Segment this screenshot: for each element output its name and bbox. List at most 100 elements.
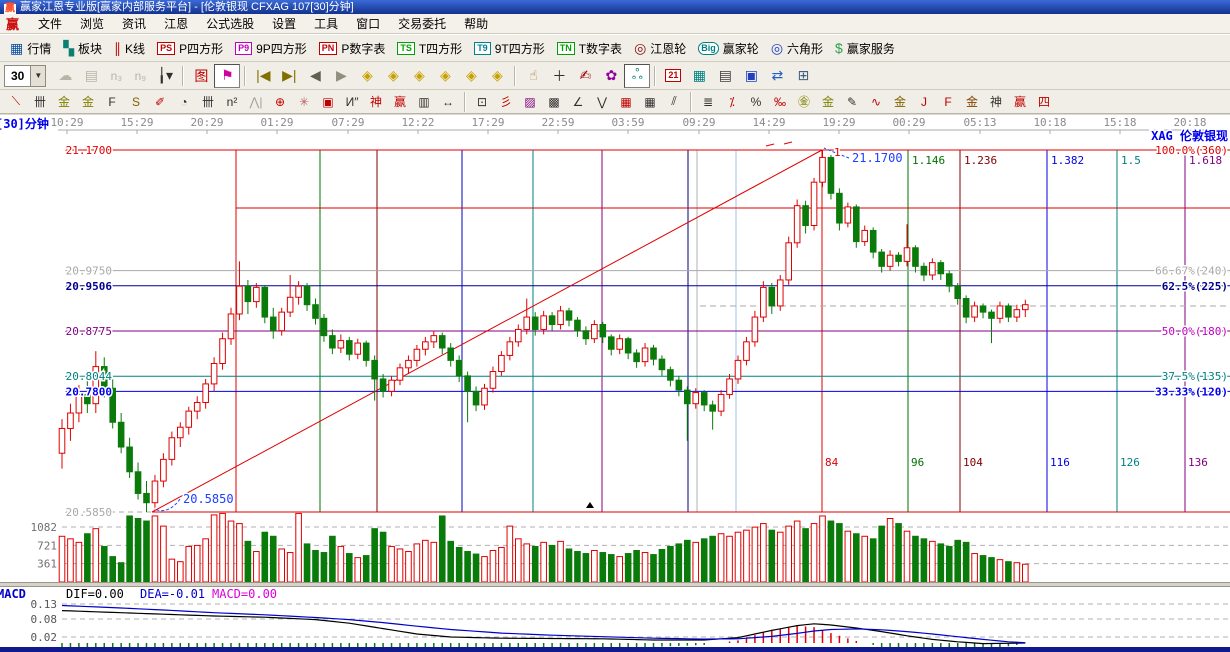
volume-bar	[338, 546, 344, 582]
volume-bar	[600, 553, 606, 582]
volume-bar	[1014, 563, 1020, 582]
volume-bar	[701, 539, 707, 582]
volume-bar	[828, 521, 834, 582]
candle-body	[592, 325, 598, 339]
volume-bar	[287, 553, 293, 582]
volume-bar	[769, 530, 775, 582]
status-bar	[0, 647, 1230, 652]
macd-scale-label: 0.08	[31, 613, 58, 626]
volume-bar	[76, 542, 82, 582]
candle-body	[803, 206, 809, 226]
candle-body	[161, 459, 167, 481]
candle-body	[972, 306, 978, 317]
volume-bar	[685, 540, 691, 582]
ratio-label: 1.146	[912, 154, 945, 167]
macd-scale-label: 0.02	[31, 631, 58, 644]
time-label: 22:59	[541, 116, 574, 129]
candle-body	[347, 341, 353, 355]
price-annotation: 20.5850	[183, 492, 234, 506]
candle-body	[1006, 306, 1012, 317]
symbol-label: XAG 伦敦银现	[1151, 128, 1228, 143]
ratio-label: 1.5	[1121, 154, 1141, 167]
volume-bar	[211, 515, 217, 582]
volume-bar	[118, 563, 124, 582]
volume-bar	[854, 534, 860, 582]
candle-body	[372, 360, 378, 379]
price-level-label: 20.8775	[66, 325, 112, 338]
candle-body	[828, 157, 834, 193]
volume-bar	[347, 554, 353, 582]
volume-bar	[608, 555, 614, 582]
candle-body	[625, 339, 631, 353]
candle-body	[896, 255, 902, 261]
candle-body	[456, 360, 462, 375]
volume-bar	[85, 534, 91, 582]
candle-body	[363, 343, 369, 360]
time-label: 17:29	[471, 116, 504, 129]
time-label: 05:13	[963, 116, 996, 129]
volume-bar	[744, 530, 750, 582]
candle-body	[262, 287, 268, 317]
candle-body	[854, 207, 860, 242]
price-annotation: 21.1700	[852, 151, 903, 165]
candle-body	[144, 493, 150, 502]
macd-dif-value: DIF=0.00	[66, 588, 124, 601]
volume-bar	[237, 524, 243, 582]
candle-body	[913, 248, 919, 267]
volume-bar	[845, 531, 851, 582]
volume-bar	[431, 542, 437, 582]
candle-body	[465, 376, 471, 391]
volume-bar	[913, 536, 919, 582]
candle-body	[752, 317, 758, 342]
volume-bar	[904, 531, 910, 582]
volume-bar	[456, 547, 462, 582]
volume-bar	[465, 552, 471, 582]
volume-bar	[583, 554, 589, 582]
volume-bar	[220, 513, 226, 582]
volume-bar	[101, 546, 107, 582]
candle-body	[930, 263, 936, 275]
volume-bar	[1006, 562, 1012, 582]
candle-body	[186, 411, 192, 427]
period-indicator-label: [30]分钟	[0, 116, 49, 131]
macd-macd-value: MACD=0.00	[212, 588, 277, 601]
chart-canvas[interactable]: 10:2915:2920:2901:2907:2912:2217:2922:59…	[0, 0, 1230, 652]
volume-bar	[980, 556, 986, 582]
volume-bar	[549, 545, 555, 582]
candle-body	[482, 388, 488, 405]
apex-mark	[766, 144, 774, 146]
candle-body	[701, 393, 707, 405]
time-label: 07:29	[331, 116, 364, 129]
volume-bar	[93, 529, 99, 582]
candle-body	[135, 472, 141, 494]
volume-bar	[127, 516, 133, 582]
price-level-label: 20.9506	[66, 280, 113, 293]
candle-body	[989, 312, 995, 318]
volume-bar	[938, 544, 944, 582]
candle-body	[583, 331, 589, 339]
volume-bar	[330, 536, 336, 582]
volume-bar	[355, 558, 361, 582]
candle-body	[1014, 310, 1020, 317]
volume-bar	[372, 529, 378, 582]
candle-body	[1023, 305, 1029, 310]
volume-bar	[870, 539, 876, 582]
candle-body	[980, 306, 986, 312]
candle-body	[769, 287, 775, 306]
retracement-label: 66.67%(240)	[1155, 265, 1228, 278]
cycle-number-label: 116	[1050, 456, 1070, 469]
candle-body	[237, 286, 243, 314]
candle-body	[414, 349, 420, 360]
candle-body	[735, 360, 741, 379]
volume-bar	[313, 551, 319, 582]
volume-bar	[659, 549, 665, 582]
volume-bar	[532, 546, 538, 582]
candle-body	[507, 342, 513, 356]
splitter-arrow-icon[interactable]	[586, 502, 594, 508]
volume-bar	[575, 552, 581, 582]
apex-mark	[784, 142, 792, 144]
volume-bar	[203, 539, 209, 582]
volume-bar	[254, 552, 260, 582]
candle-body	[448, 348, 454, 360]
ratio-label: 1.382	[1051, 154, 1084, 167]
